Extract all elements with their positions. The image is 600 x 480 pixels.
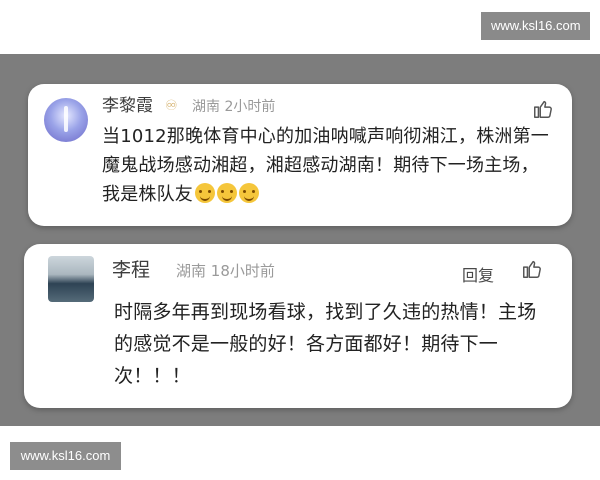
avatar[interactable] (44, 98, 88, 142)
thumbs-up-icon[interactable] (532, 98, 554, 120)
comment-location: 湖南 (192, 99, 220, 115)
avatar[interactable] (48, 256, 94, 302)
comment-time: 18小时前 (210, 262, 275, 280)
comment-username[interactable]: 李黎霞 (102, 96, 153, 116)
comment-meta: 湖南 18小时前 (176, 262, 275, 280)
comment-text-content: 当1012那晚体育中心的加油呐喊声响彻湘江，株洲第一魔鬼战场感动湘超，湘超感动湖… (102, 126, 550, 205)
comment-text: 当1012那晚体育中心的加油呐喊声响彻湘江，株洲第一魔鬼战场感动湘超，湘超感动湖… (102, 122, 554, 209)
watermark-top: www.ksl16.com (481, 12, 590, 40)
reply-button[interactable]: 回复 (462, 262, 494, 286)
comment-username[interactable]: 李程 (112, 260, 150, 280)
watermark-bottom: www.ksl16.com (10, 442, 121, 470)
emoji-icon (239, 183, 259, 203)
comment-location: 湖南 (176, 262, 207, 280)
emoji-icon (217, 183, 237, 203)
comment-time: 2小时前 (224, 99, 276, 115)
comment-card: 李黎霞 ♾ 湖南 2小时前 当1012那晚体育中心的加油呐喊声响彻湘江，株洲第一… (28, 84, 572, 226)
thumbs-up-icon[interactable] (521, 258, 543, 280)
comment-card: 李程 湖南 18小时前 回复 时隔多年再到现场看球，找到了久违的热情！主场的感觉… (24, 244, 572, 408)
double-leaf-badge-icon: ♾ (165, 98, 178, 114)
comment-meta: 湖南 2小时前 (192, 98, 275, 116)
emoji-icon (195, 183, 215, 203)
comment-text: 时隔多年再到现场看球，找到了久违的热情！主场的感觉不是一般的好！各方面都好！期待… (114, 301, 537, 387)
